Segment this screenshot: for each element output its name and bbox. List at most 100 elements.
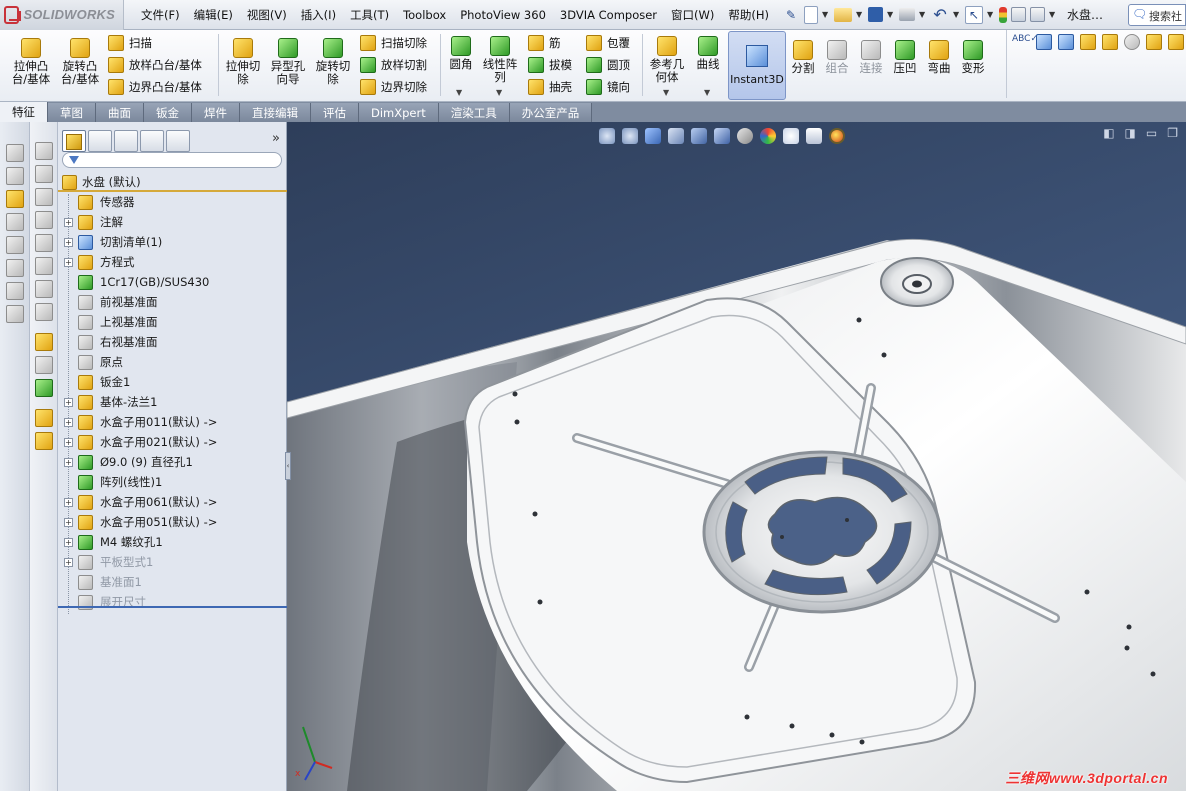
custom-properties-icon[interactable] (5, 282, 24, 300)
view-box-icon[interactable] (34, 142, 53, 160)
display-manager-tab[interactable] (166, 130, 190, 152)
menu-3dvia-composer[interactable]: 3DVIA Composer (553, 8, 664, 22)
tab-dimxpert[interactable]: DimXpert (359, 103, 439, 122)
tree-item[interactable]: + 水盒子用051(默认) -> (58, 512, 287, 532)
file-explorer-icon[interactable] (5, 213, 24, 231)
tree-item[interactable]: + 水盒子用061(默认) -> (58, 492, 287, 512)
reference-geometry-dropdown-icon[interactable]: ▼ (663, 88, 669, 97)
expand-toggle-icon[interactable]: + (64, 257, 73, 267)
tab-office-products[interactable]: 办公室产品 (509, 103, 593, 122)
tree-item[interactable]: 阵列(线性)1 (58, 472, 287, 492)
new-document-icon[interactable] (804, 5, 819, 24)
shell-button[interactable]: 抽壳 (528, 79, 572, 95)
expand-toggle-icon[interactable]: + (64, 537, 73, 547)
tab-sketch[interactable]: 草图 (48, 103, 96, 122)
feature-tree-tab[interactable] (62, 130, 86, 152)
panel-splitter-handle[interactable]: ‹ (285, 452, 291, 480)
tree-item[interactable]: + 方程式 (58, 252, 287, 272)
expand-toggle-icon[interactable]: + (64, 517, 73, 527)
linear-pattern-button[interactable]: 线性阵 列 (480, 36, 520, 84)
wrap-button[interactable]: 包覆 (586, 35, 630, 51)
rib-button[interactable]: 筋 (528, 35, 561, 51)
lofted-cut-button[interactable]: 放样切割 (360, 57, 427, 73)
revolve-boss-button[interactable]: 旋转凸 台/基体 (56, 38, 104, 86)
measure-icon[interactable] (1036, 34, 1052, 50)
menu-toolbox[interactable]: Toolbox (396, 8, 453, 22)
select-dropdown-icon[interactable]: ▼ (987, 10, 995, 19)
reference-geometry-button[interactable]: 参考几 何体 (646, 36, 688, 84)
traffic-light-icon[interactable] (999, 6, 1008, 23)
file-properties-icon[interactable] (1011, 7, 1027, 22)
check-entity-icon[interactable] (1146, 34, 1162, 50)
menu-view[interactable]: 视图(V) (240, 7, 294, 23)
deform-button[interactable]: 变形 (958, 40, 988, 75)
statistics-icon[interactable] (1124, 34, 1140, 50)
tab-weldments[interactable]: 焊件 (192, 103, 240, 122)
view-box-icon[interactable] (34, 234, 53, 252)
options-icon[interactable] (1030, 7, 1046, 22)
layer-icon[interactable] (34, 409, 53, 427)
view-box-icon[interactable] (34, 280, 53, 298)
tree-item[interactable]: 1Cr17(GB)/SUS430 (58, 272, 287, 292)
solidworks-logo[interactable]: SOLIDWORKS (0, 0, 124, 30)
tree-item[interactable]: + M4 螺纹孔1 (58, 532, 287, 552)
save-dropdown-icon[interactable]: ▼ (887, 10, 895, 19)
view-box-icon[interactable] (34, 211, 53, 229)
menu-window[interactable]: 窗口(W) (664, 7, 721, 23)
view-palette-icon[interactable] (5, 236, 24, 254)
menu-tools[interactable]: 工具(T) (343, 7, 396, 23)
expand-toggle-icon[interactable]: + (64, 497, 73, 507)
print-dropdown-icon[interactable]: ▼ (919, 10, 927, 19)
expand-panel-icon[interactable]: » (272, 131, 280, 146)
sketch-tool-icon[interactable] (5, 144, 24, 162)
spell-check-icon[interactable]: ABC✓ (1012, 34, 1038, 50)
section-properties-icon[interactable] (1080, 34, 1096, 50)
edit-sketch-icon[interactable] (34, 333, 53, 351)
tree-item[interactable]: + Ø9.0 (9) 直径孔1 (58, 452, 287, 472)
sweep-button[interactable]: 扫描 (108, 35, 152, 51)
design-library-icon[interactable] (5, 190, 24, 208)
tree-item[interactable]: 钣金1 (58, 372, 287, 392)
tree-item[interactable]: + 注解 (58, 212, 287, 232)
property-manager-tab[interactable] (88, 130, 112, 152)
tree-root[interactable]: 水盘 (默认) (58, 172, 287, 192)
view-box-icon[interactable] (34, 188, 53, 206)
select-pointer-icon[interactable]: ↖ (965, 5, 984, 24)
resources-icon[interactable] (5, 305, 24, 323)
menu-edit[interactable]: 编辑(E) (187, 7, 240, 23)
appearances-icon[interactable] (5, 259, 24, 277)
tab-surfaces[interactable]: 曲面 (96, 103, 144, 122)
pin-icon[interactable]: ✎ (782, 6, 800, 24)
fillet-dropdown-icon[interactable]: ▼ (456, 88, 462, 97)
tree-item[interactable]: 原点 (58, 352, 287, 372)
dome-button[interactable]: 圆顶 (586, 57, 630, 73)
extrude-boss-button[interactable]: 拉伸凸 台/基体 (8, 38, 54, 86)
boundary-cut-button[interactable]: 边界切除 (360, 79, 427, 95)
tree-item[interactable]: + 水盒子用021(默认) -> (58, 432, 287, 452)
mirror-button[interactable]: 镜向 (586, 79, 630, 95)
tree-item[interactable]: 展开尺寸 (58, 592, 287, 612)
print-icon[interactable] (899, 8, 916, 21)
fillet-button[interactable]: 圆角 (446, 36, 476, 71)
menu-photoview[interactable]: PhotoView 360 (453, 8, 553, 22)
undo-icon[interactable]: ↶ (931, 5, 949, 24)
layer-icon[interactable] (34, 432, 53, 450)
expand-toggle-icon[interactable]: + (64, 397, 73, 407)
checkbox-icon[interactable] (1168, 34, 1184, 50)
curves-button[interactable]: 曲线 (692, 36, 724, 71)
tree-item[interactable]: + 平板型式1 (58, 552, 287, 572)
curves-dropdown-icon[interactable]: ▼ (704, 88, 710, 97)
menu-file[interactable]: 文件(F) (134, 7, 187, 23)
tab-render-tools[interactable]: 渲染工具 (438, 103, 510, 122)
tree-item[interactable]: + 切割清单(1) (58, 232, 287, 252)
tree-item[interactable]: 右视基准面 (58, 332, 287, 352)
open-icon[interactable] (834, 7, 853, 22)
expand-toggle-icon[interactable]: + (64, 217, 73, 227)
expand-toggle-icon[interactable]: + (64, 437, 73, 447)
hole-wizard-button[interactable]: 异型孔 向导 (266, 38, 310, 86)
tree-filter-input[interactable] (62, 152, 282, 168)
extrude-cut-button[interactable]: 拉伸切 除 (222, 38, 264, 86)
tree-item[interactable]: 前视基准面 (58, 292, 287, 312)
expand-toggle-icon[interactable]: + (64, 237, 73, 247)
tab-sheet-metal[interactable]: 钣金 (144, 103, 192, 122)
